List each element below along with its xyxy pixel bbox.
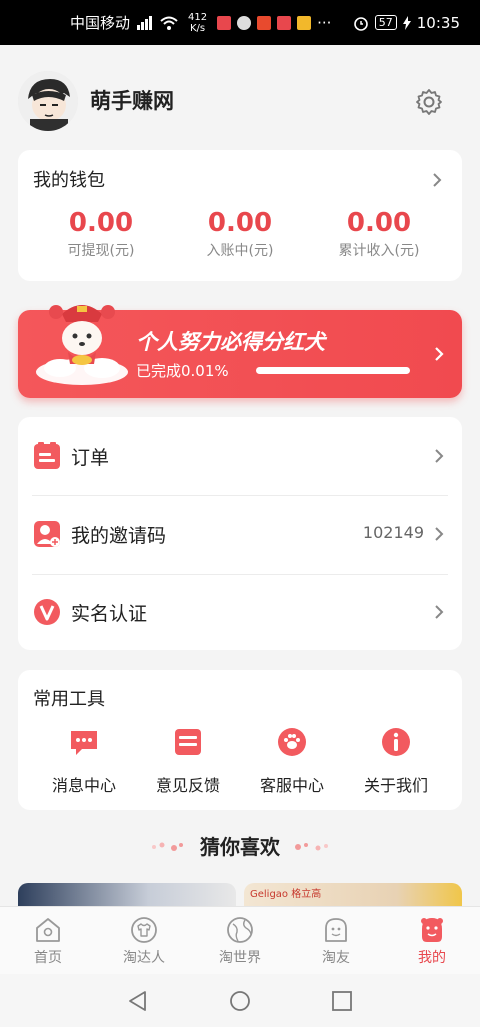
feedback-icon bbox=[175, 729, 201, 755]
paw-decoration-icon bbox=[152, 842, 183, 851]
battery-level: 57 bbox=[374, 15, 397, 30]
menu-card: 订单 我的邀请码 102149 实名认证 bbox=[18, 417, 462, 650]
tool-message-center-label: 消息中心 bbox=[51, 776, 116, 795]
wallet-total-income-label: 累计收入(元) bbox=[338, 243, 420, 259]
globe-icon bbox=[227, 917, 253, 943]
carrier-label: 中国移动 bbox=[70, 14, 131, 32]
home-button-icon[interactable] bbox=[229, 990, 251, 1012]
customer-service-icon bbox=[278, 728, 306, 756]
tab-friends[interactable]: 淘友 bbox=[288, 907, 384, 974]
info-icon bbox=[382, 728, 410, 756]
tool-about-us[interactable]: 关于我们 bbox=[346, 726, 446, 796]
back-icon[interactable] bbox=[127, 990, 149, 1012]
signal-icon bbox=[137, 15, 153, 30]
paw-decoration-icon bbox=[295, 843, 328, 851]
chevron-right-icon[interactable] bbox=[434, 346, 444, 362]
menu-item-orders-label: 订单 bbox=[71, 447, 110, 469]
tools-card: 常用工具 消息中心 意见反馈 客服中心 关于我们 bbox=[18, 670, 462, 810]
tool-customer-service[interactable]: 客服中心 bbox=[242, 726, 342, 796]
dividend-banner[interactable]: 个人努力必得分红犬 已完成0.01% bbox=[18, 305, 462, 398]
chevron-right-icon[interactable] bbox=[432, 172, 442, 188]
order-icon bbox=[34, 442, 60, 469]
tool-feedback-label: 意见反馈 bbox=[155, 776, 220, 795]
wallet-card[interactable]: 我的钱包 0.00 可提现(元) 0.00 入账中(元) 0.00 累计收入(元… bbox=[18, 150, 462, 281]
app-notification-icon bbox=[277, 15, 292, 30]
chevron-right-icon[interactable] bbox=[434, 448, 444, 464]
chevron-right-icon[interactable] bbox=[434, 604, 444, 620]
network-speed-value: 412 bbox=[188, 11, 208, 23]
tab-home[interactable]: 首页 bbox=[0, 907, 96, 974]
tab-home-label: 首页 bbox=[34, 950, 62, 966]
verify-icon bbox=[34, 599, 60, 625]
tab-me[interactable]: 我的 bbox=[384, 907, 480, 974]
tab-experts[interactable]: 淘达人 bbox=[96, 907, 192, 974]
username: 萌手赚网 bbox=[90, 89, 174, 113]
tab-experts-label: 淘达人 bbox=[123, 950, 165, 966]
menu-item-verification-label: 实名认证 bbox=[71, 603, 148, 625]
gear-icon[interactable] bbox=[415, 88, 443, 116]
wallet-total-income-value: 0.00 bbox=[346, 208, 412, 238]
wallet-withdrawable-value: 0.00 bbox=[68, 208, 134, 238]
tool-customer-service-label: 客服中心 bbox=[259, 776, 324, 795]
wallet-title: 我的钱包 bbox=[33, 170, 105, 191]
banner-progress-label: 已完成0.01% bbox=[136, 362, 229, 380]
system-navigation-bar bbox=[0, 974, 480, 1027]
shirt-icon bbox=[131, 917, 157, 943]
product-brand-text: Geligao 格立高 bbox=[250, 889, 322, 900]
home-icon bbox=[36, 918, 60, 942]
chevron-right-icon[interactable] bbox=[434, 526, 444, 542]
tool-about-us-label: 关于我们 bbox=[363, 776, 428, 795]
wechat-icon bbox=[237, 15, 252, 30]
menu-item-invite-code-label: 我的邀请码 bbox=[71, 525, 167, 547]
app-notification-icon bbox=[297, 15, 312, 30]
network-speed: 412 K/s bbox=[188, 12, 207, 34]
charging-icon bbox=[402, 15, 411, 30]
tab-friends-label: 淘友 bbox=[322, 950, 350, 966]
menu-item-orders[interactable]: 订单 bbox=[18, 417, 462, 495]
wallet-withdrawable-label: 可提现(元) bbox=[67, 243, 135, 259]
menu-item-invite-code[interactable]: 我的邀请码 102149 bbox=[18, 495, 462, 573]
wifi-icon bbox=[160, 16, 178, 30]
me-icon bbox=[421, 918, 443, 942]
recommend-heading: 猜你喜欢 bbox=[0, 830, 480, 864]
clock: 10:35 bbox=[416, 13, 460, 32]
wallet-pending-value: 0.00 bbox=[207, 208, 273, 238]
avatar[interactable] bbox=[18, 71, 78, 131]
avatar-illustration bbox=[18, 71, 78, 131]
wallet-pending[interactable]: 0.00 入账中(元) bbox=[175, 208, 305, 260]
tool-feedback[interactable]: 意见反馈 bbox=[138, 726, 238, 796]
tab-me-label: 我的 bbox=[418, 950, 446, 966]
tool-message-center[interactable]: 消息中心 bbox=[34, 726, 134, 796]
menu-item-verification[interactable]: 实名认证 bbox=[18, 573, 462, 651]
recommend-title: 猜你喜欢 bbox=[200, 835, 280, 859]
wallet-withdrawable[interactable]: 0.00 可提现(元) bbox=[36, 208, 166, 260]
profile-header: 萌手赚网 bbox=[0, 45, 480, 145]
friend-icon bbox=[325, 918, 347, 942]
network-speed-unit: K/s bbox=[189, 22, 206, 34]
app-notification-icon bbox=[257, 15, 272, 30]
message-icon bbox=[71, 731, 97, 755]
alarm-icon bbox=[353, 16, 368, 31]
status-bar: 中国移动 412 K/s ··· 57 10:35 bbox=[0, 0, 480, 45]
invite-code-icon bbox=[34, 521, 60, 547]
tools-title: 常用工具 bbox=[33, 689, 105, 710]
wallet-total-income[interactable]: 0.00 累计收入(元) bbox=[314, 208, 444, 260]
more-notifications-icon: ··· bbox=[317, 13, 332, 32]
banner-progress-bar bbox=[256, 367, 410, 374]
app-notification-icon bbox=[217, 15, 232, 30]
wallet-pending-label: 入账中(元) bbox=[206, 243, 274, 259]
recent-apps-icon[interactable] bbox=[331, 990, 353, 1012]
banner-title: 个人努力必得分红犬 bbox=[136, 330, 325, 354]
tab-world-label: 淘世界 bbox=[219, 950, 261, 966]
invite-code-value: 102149 bbox=[362, 523, 424, 542]
bottom-tab-bar: 首页 淘达人 淘世界 淘友 我的 bbox=[0, 906, 480, 974]
tab-world[interactable]: 淘世界 bbox=[192, 907, 288, 974]
dog-mascot-icon bbox=[36, 305, 128, 385]
